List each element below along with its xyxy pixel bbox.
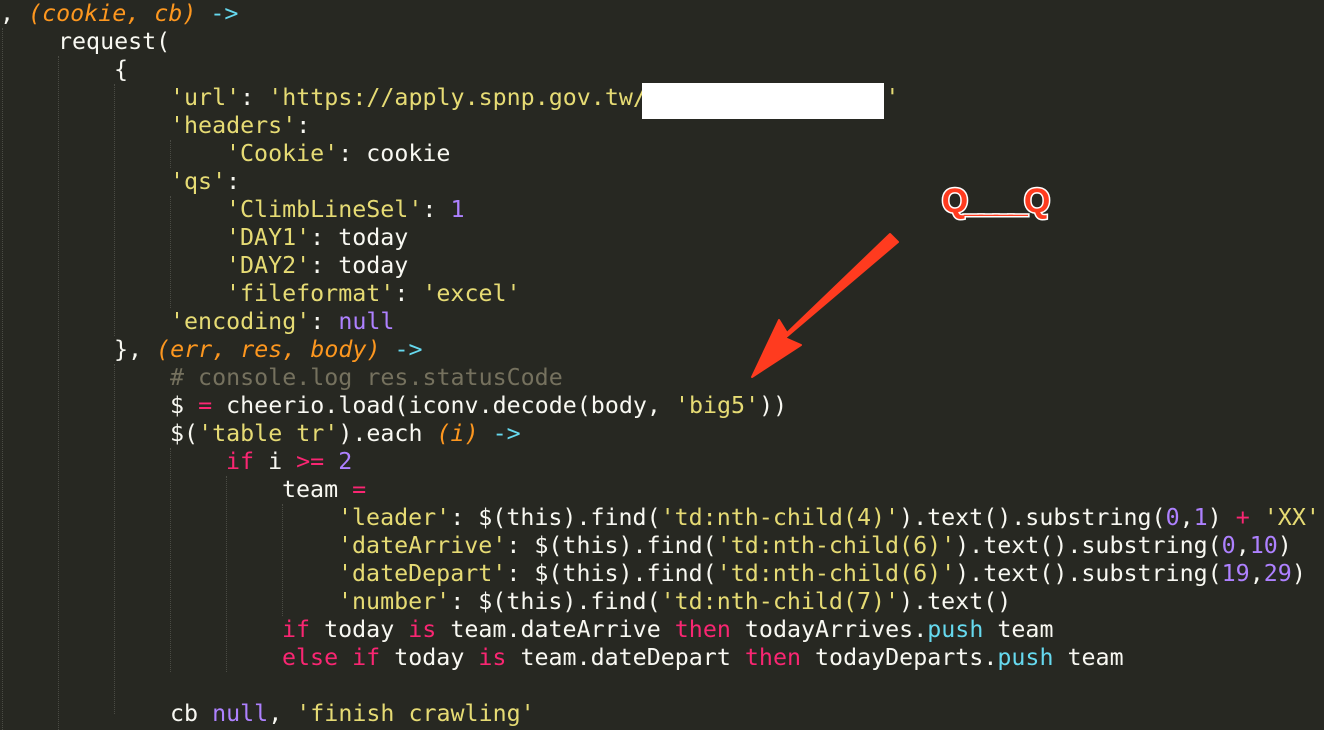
code-editor[interactable]: cb null, 'finish crawling' else if today … xyxy=(0,0,1324,730)
emoticon-text: Q____Q xyxy=(942,182,1050,220)
crying-face-annotation: Q____Q xyxy=(940,181,1055,222)
annotation-arrow-icon xyxy=(751,233,899,378)
